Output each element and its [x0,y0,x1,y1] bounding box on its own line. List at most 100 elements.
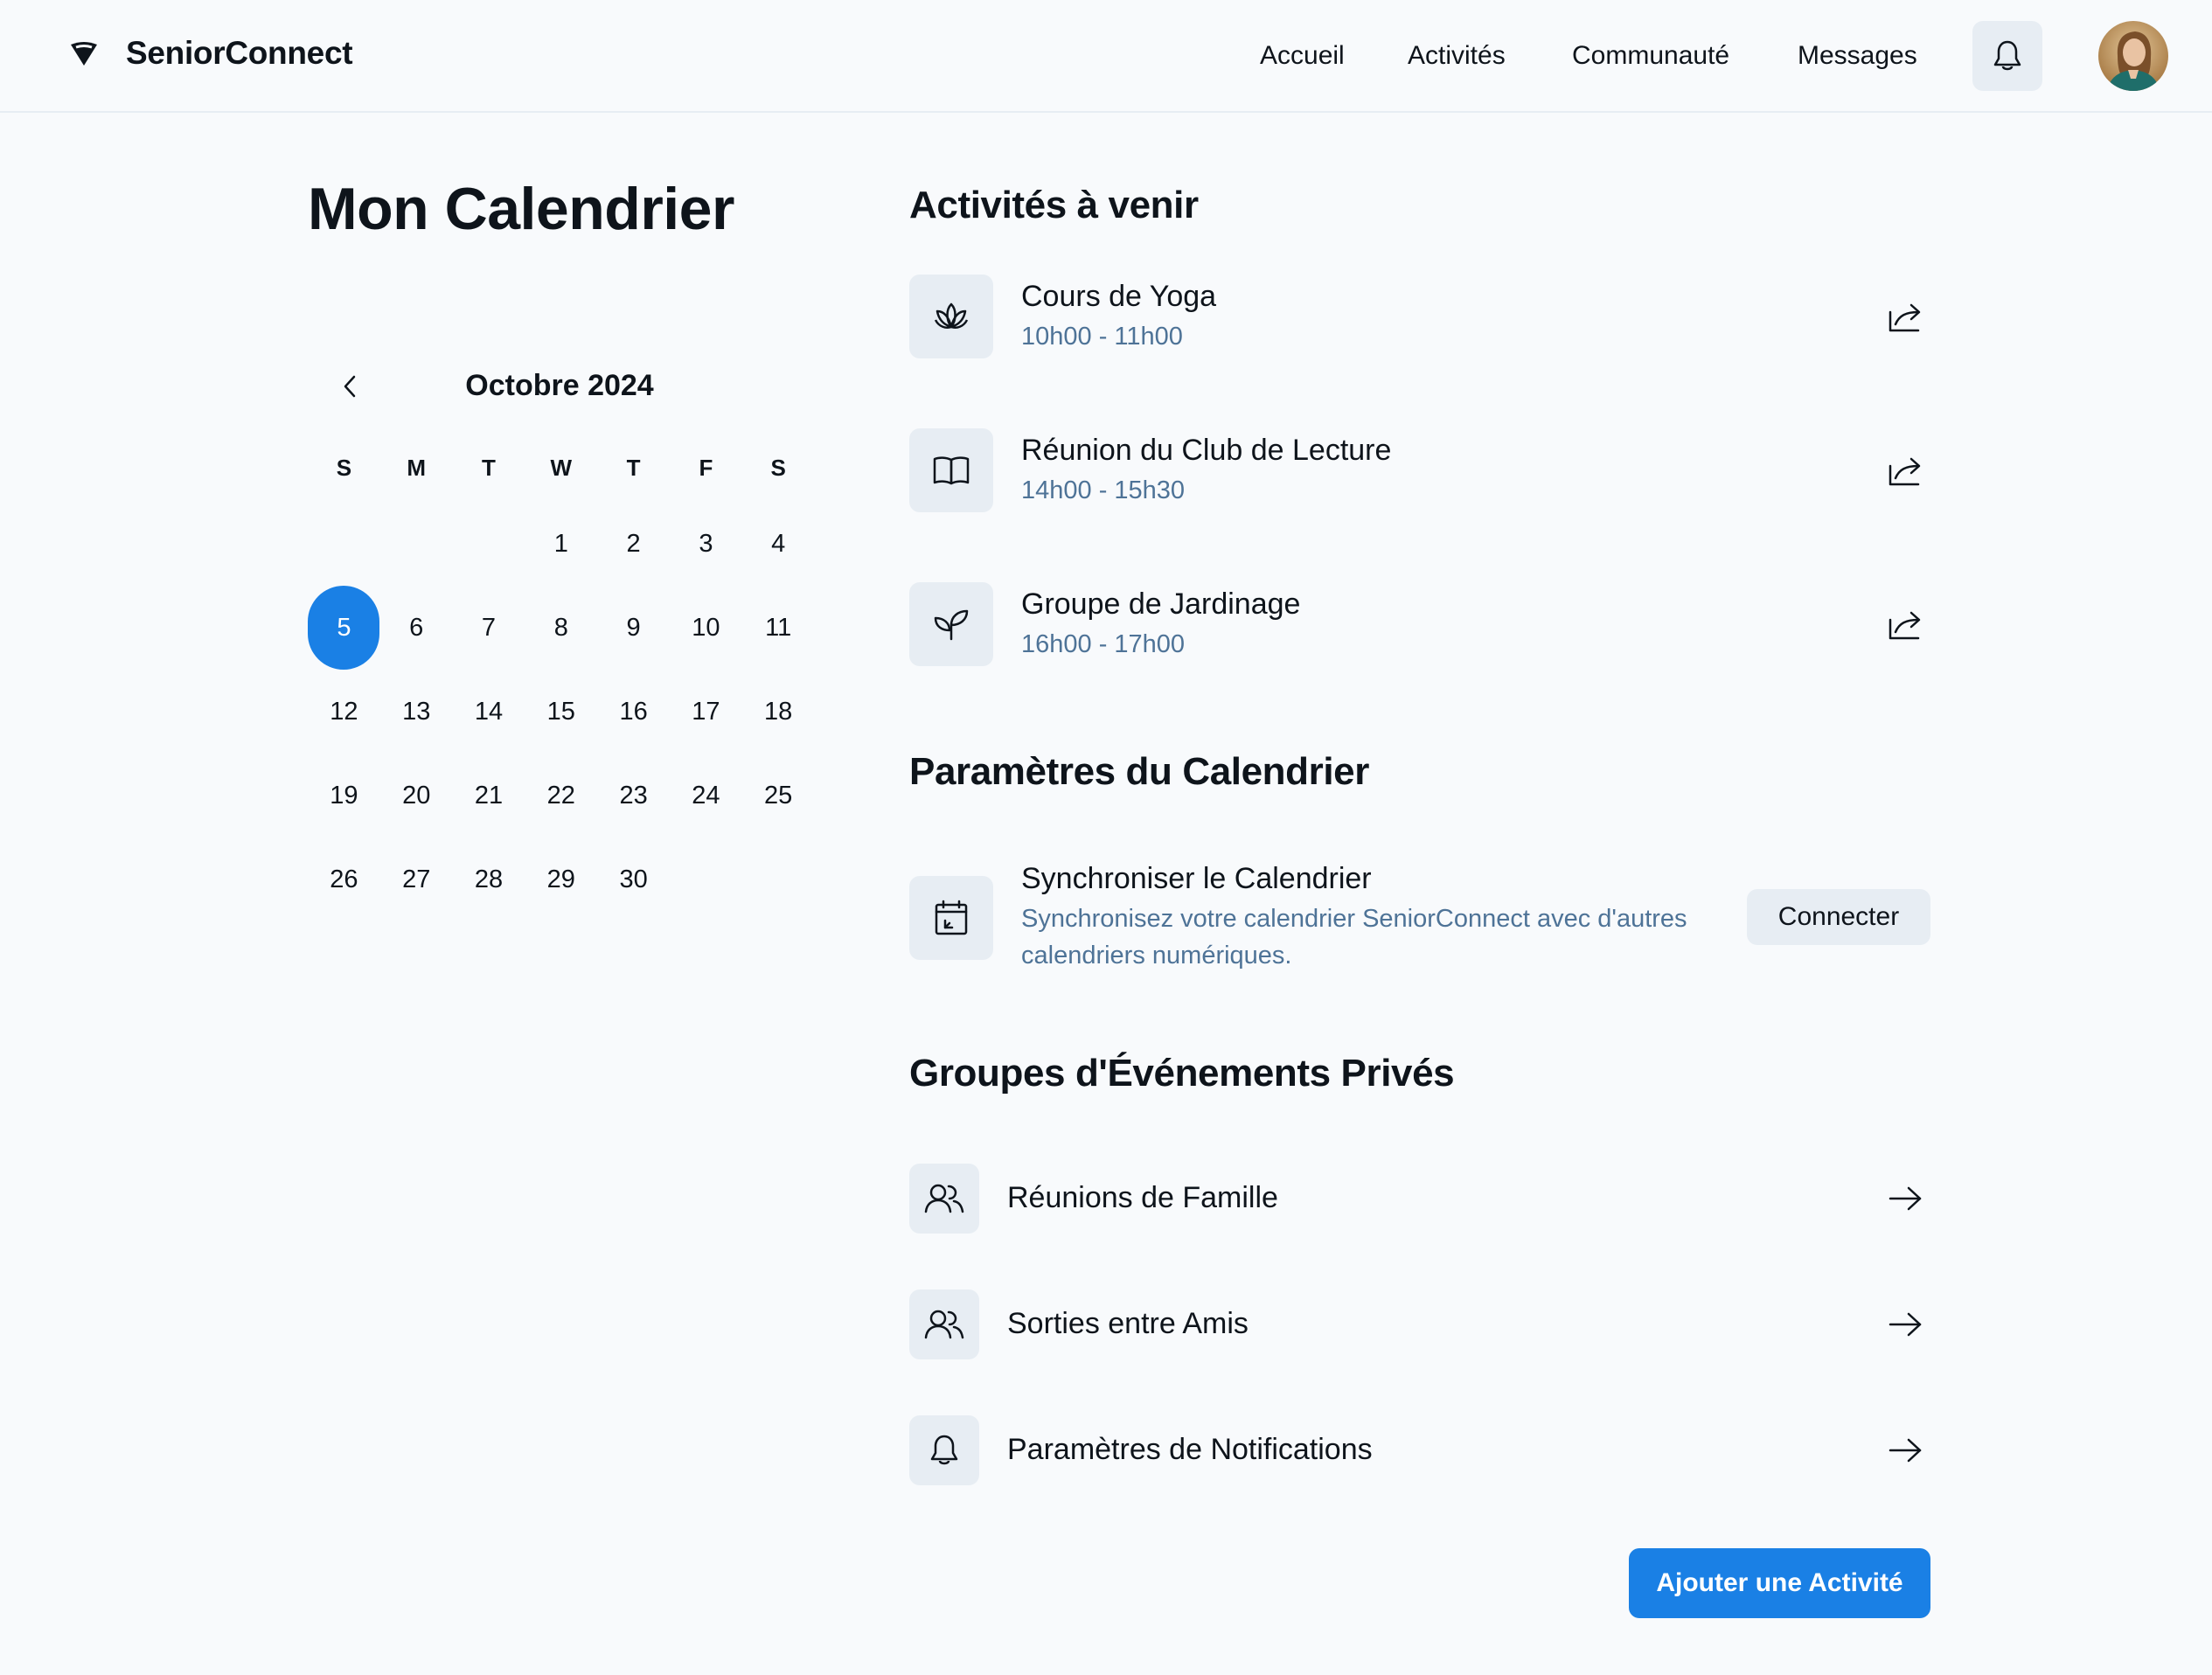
calendar-day[interactable]: 13 [380,670,453,754]
nav-accueil[interactable]: Accueil [1260,41,1345,71]
arrow-right-icon [1888,1436,1923,1464]
calendar-day-number: 17 [692,697,720,726]
calendar-day[interactable]: 22 [525,754,597,838]
activity-title: Réunion du Club de Lecture [1021,434,1392,467]
calendar-day[interactable]: 14 [453,670,525,754]
calendar-day-number: 19 [330,781,358,810]
calendar-day[interactable]: 6 [380,586,453,670]
calendar-day[interactable]: 4 [742,502,815,586]
calendar-day[interactable]: 19 [308,754,380,838]
calendar-day-number: 9 [626,613,641,642]
calendar-day-number: 20 [402,781,431,810]
weekday-label: S [770,455,786,481]
calendar-day-number: 27 [402,865,431,893]
calendar-day[interactable]: 17 [670,670,742,754]
activity-item[interactable]: Réunion du Club de Lecture 14h00 - 15h30 [909,428,1930,512]
share-button[interactable] [1883,603,1927,647]
calendar-day[interactable]: 3 [670,502,742,586]
calendar-empty-cell [453,502,525,586]
calendar-day[interactable]: 26 [308,838,380,921]
previous-month-button[interactable] [332,369,367,404]
calendar-day-number: 4 [771,529,786,558]
sync-description: Synchronisez votre calendrier SeniorConn… [1021,905,1687,970]
calendar-day-number: 30 [619,865,648,893]
calendar-day[interactable]: 25 [742,754,815,838]
weekday-label: T [626,455,641,481]
group-item-family[interactable]: Réunions de Famille [909,1164,1930,1234]
calendar-day[interactable]: 28 [453,838,525,921]
page-title: Mon Calendrier [308,176,734,242]
calendar-week-row: 26 27 28 29 30 [308,838,815,921]
calendar-day[interactable]: 9 [597,586,670,670]
activity-time: 14h00 - 15h30 [1021,476,1186,504]
calendar-day-number: 25 [764,781,793,810]
calendar-week-row: 5 6 7 8 9 10 11 [308,586,815,670]
weekday-label: S [336,455,352,481]
user-avatar[interactable] [2098,21,2168,91]
nav-activites[interactable]: Activités [1408,41,1506,71]
calendar-day[interactable]: 12 [308,670,380,754]
groups-section-title: Groupes d'Événements Privés [909,1052,1455,1095]
lotus-icon [930,299,972,334]
calendar-day[interactable]: 8 [525,586,597,670]
calendar-empty-cell [380,502,453,586]
calendar-day-number: 16 [619,697,648,726]
calendar-day[interactable]: 10 [670,586,742,670]
group-label: Réunions de Famille [1007,1181,1278,1214]
calendar-day[interactable]: 20 [380,754,453,838]
activity-item[interactable]: Cours de Yoga 10h00 - 11h00 [909,275,1930,358]
weekday-header-row: S M T W T F S [308,441,815,502]
calendar-day-number: 14 [474,697,504,726]
weekday-label: W [550,455,573,481]
group-item-friends[interactable]: Sorties entre Amis [909,1289,1930,1359]
activity-icon-box [909,275,993,358]
calendar-day[interactable]: 7 [453,586,525,670]
calendar-day-selected[interactable]: 5 [308,586,380,670]
calendar-empty-cell [742,838,815,921]
connect-button[interactable]: Connecter [1747,889,1930,945]
calendar-day-number: 12 [330,697,358,726]
activity-icon-box [909,428,993,512]
sync-title: Synchroniser le Calendrier [1021,862,1372,895]
add-activity-button[interactable]: Ajouter une Activité [1629,1548,1930,1618]
calendar-day[interactable]: 15 [525,670,597,754]
share-button[interactable] [1883,295,1927,339]
calendar-day-number: 6 [409,613,424,642]
calendar-empty-cell [670,838,742,921]
calendar-day-number: 22 [546,781,575,810]
calendar-day-number: 5 [308,586,380,670]
open-group-button[interactable] [1883,1177,1927,1220]
users-icon [923,1309,965,1340]
activity-item[interactable]: Groupe de Jardinage 16h00 - 17h00 [909,582,1930,666]
open-group-button[interactable] [1883,1428,1927,1472]
bell-icon [929,1434,959,1467]
plant-icon [932,608,970,641]
calendar-weeks: 1 2 3 4 5 6 7 8 9 10 11 12 13 14 15 16 17 18 19 20 21 22 23 24 2… [308,502,815,921]
share-button[interactable] [1883,449,1927,493]
calendar-day[interactable]: 24 [670,754,742,838]
calendar-grid: S M T W T F S 1 2 3 4 5 6 7 8 9 10 11 12 13 14 15 16 17 1… [308,441,815,921]
calendar-day[interactable]: 18 [742,670,815,754]
calendar-day[interactable]: 23 [597,754,670,838]
calendar-day-number: 3 [699,529,713,558]
open-group-button[interactable] [1883,1303,1927,1346]
bell-icon [1993,39,2022,73]
calendar-day[interactable]: 30 [597,838,670,921]
nav-communaute[interactable]: Communauté [1572,41,1729,71]
calendar-day[interactable]: 1 [525,502,597,586]
calendar-day[interactable]: 2 [597,502,670,586]
weekday-label: F [699,455,713,481]
calendar-day-number: 11 [765,613,792,642]
calendar-day[interactable]: 27 [380,838,453,921]
calendar-day-number: 13 [402,697,431,726]
calendar-day-number: 28 [474,865,504,893]
notifications-button[interactable] [1972,21,2042,91]
calendar-day[interactable]: 16 [597,670,670,754]
calendar-day[interactable]: 21 [453,754,525,838]
users-icon [923,1183,965,1214]
calendar-day[interactable]: 11 [742,586,815,670]
activity-time: 16h00 - 17h00 [1021,630,1186,658]
group-item-notifications[interactable]: Paramètres de Notifications [909,1415,1930,1485]
calendar-day[interactable]: 29 [525,838,597,921]
nav-messages[interactable]: Messages [1798,41,1917,71]
